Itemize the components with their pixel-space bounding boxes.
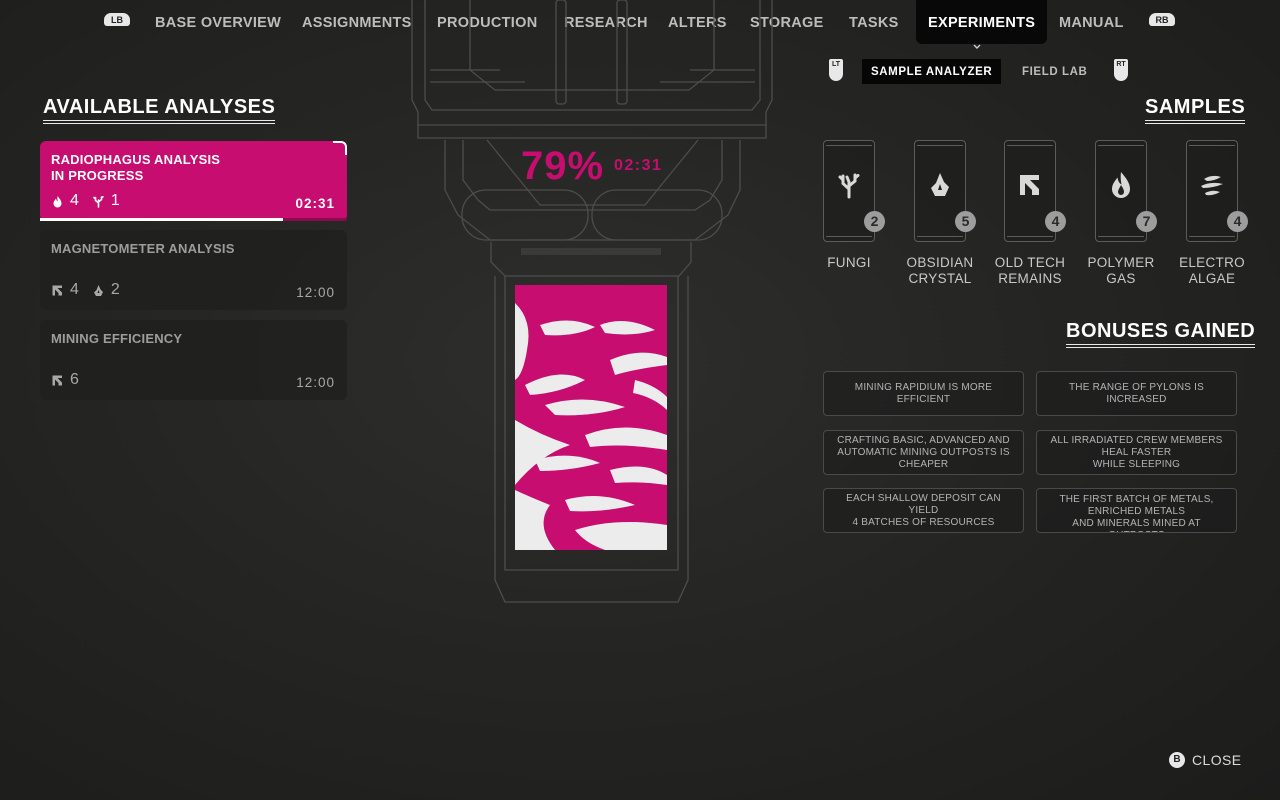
samples-heading: SAMPLES [1145,96,1246,124]
tab-assignments[interactable]: ASSIGNMENTS [302,0,412,44]
sample-obsidian-crystal[interactable]: 5 OBSIDIAN CRYSTAL [895,140,985,287]
tab-base-overview[interactable]: BASE OVERVIEW [155,0,281,44]
sample-count-badge: 4 [1045,211,1066,232]
analysis-title: RADIOPHAGUS ANALYSIS IN PROGRESS [51,152,221,183]
analysis-card-radiophagus[interactable]: RADIOPHAGUS ANALYSIS IN PROGRESS 4 1 02:… [40,141,347,221]
analyzer-sample-screen [515,285,667,550]
left-trigger-icon[interactable]: LT [829,59,843,81]
bonus-card: THE FIRST BATCH OF METALS, ENRICHED META… [1036,488,1237,533]
bonus-text: ALL IRRADIATED CREW MEMBERS HEAL FASTER … [1050,434,1223,470]
bonus-text: MINING RAPIDIUM IS MORE EFFICIENT [854,381,993,405]
selection-corner-icon [333,141,347,155]
bonus-card: CRAFTING BASIC, ADVANCED AND AUTOMATIC M… [823,430,1024,475]
available-analyses-heading: AVAILABLE ANALYSES [43,96,276,124]
analysis-title: MAGNETOMETER ANALYSIS [51,241,235,256]
old-tech-icon [52,285,62,295]
sample-count-badge: 5 [955,211,976,232]
sample-name: FUNGI [827,255,871,270]
left-bumper-icon[interactable]: LB [104,13,130,26]
analysis-time: 02:31 [295,196,335,211]
sample-old-tech-remains[interactable]: 4 OLD TECH REMAINS [985,140,1075,287]
bonus-text: CRAFTING BASIC, ADVANCED AND AUTOMATIC M… [837,434,1010,470]
analysis-card-mining-efficiency[interactable]: MINING EFFICIENCY 6 12:00 [40,320,347,400]
sample-name: OLD TECH REMAINS [994,255,1066,286]
tab-tasks[interactable]: TASKS [849,0,899,44]
analysis-progress-percent: 79% [521,144,605,188]
sample-count-badge: 7 [1136,211,1157,232]
old-tech-icon [52,375,62,385]
analysis-time-remaining: 02:31 [614,157,663,174]
swirl-pattern-icon [515,285,667,550]
bonus-text: EACH SHALLOW DEPOSIT CAN YIELD 4 BATCHES… [846,492,1001,528]
sample-count-badge: 2 [864,211,885,232]
sample-vial: 7 [1095,140,1157,242]
tab-experiments[interactable]: EXPERIMENTS [916,0,1048,44]
sample-name: POLYMER GAS [1087,255,1155,286]
old-tech-icon [1020,175,1039,195]
sample-vial: 5 [914,140,976,242]
sample-fungi[interactable]: 2 FUNGI [804,140,894,271]
bonus-card: ALL IRRADIATED CREW MEMBERS HEAL FASTER … [1036,430,1237,475]
sample-vial: 4 [1004,140,1066,242]
sample-electro-algae[interactable]: 4 ELECTRO ALGAE [1167,140,1257,287]
bonus-card: THE RANGE OF PYLONS IS INCREASED [1036,371,1237,416]
sample-vial: 2 [823,140,885,242]
tab-manual[interactable]: MANUAL [1059,0,1124,44]
sample-name: OBSIDIAN CRYSTAL [906,255,974,286]
sample-count-badge: 4 [1227,211,1248,232]
close-button[interactable]: B CLOSE [1169,752,1241,768]
analysis-progress-track [40,218,347,221]
analysis-requirements: 4 2 [51,281,133,299]
obsidian-icon [93,284,103,296]
requirement-count: 6 [70,371,79,388]
analysis-title: MINING EFFICIENCY [51,331,183,346]
analysis-card-magnetometer[interactable]: MAGNETOMETER ANALYSIS 4 2 12:00 [40,230,347,310]
analysis-progress-fill [40,218,283,221]
requirement-count: 4 [70,192,79,209]
right-bumper-icon[interactable]: RB [1149,13,1175,26]
sample-polymer-gas[interactable]: 7 POLYMER GAS [1076,140,1166,287]
polymer-gas-icon [53,195,62,207]
analysis-time: 12:00 [296,375,335,390]
fungi-icon [838,173,860,199]
bonus-card: EACH SHALLOW DEPOSIT CAN YIELD 4 BATCHES… [823,488,1024,533]
sample-name: ELECTRO ALGAE [1179,255,1245,286]
analysis-time: 12:00 [296,285,335,300]
bonuses-gained-heading: BONUSES GAINED [1066,320,1256,348]
obsidian-icon [931,173,949,196]
requirement-count: 1 [110,192,120,209]
bonus-text: THE FIRST BATCH OF METALS, ENRICHED META… [1059,494,1214,532]
bonus-text: THE RANGE OF PYLONS IS INCREASED [1069,381,1204,405]
right-trigger-icon[interactable]: RT [1114,59,1128,81]
tab-sample-analyzer[interactable]: SAMPLE ANALYZER [862,59,1002,84]
analysis-requirements: 6 [51,371,92,389]
electro-algae-icon [1201,175,1223,196]
requirement-count: 2 [110,281,120,298]
sample-vial: 4 [1186,140,1248,242]
active-tab-caret-icon [973,44,981,49]
fungi-icon [93,195,104,208]
requirement-count: 4 [70,281,79,298]
close-label: CLOSE [1192,752,1242,768]
tab-field-lab[interactable]: FIELD LAB [1013,59,1096,84]
bonus-card: MINING RAPIDIUM IS MORE EFFICIENT [823,371,1024,416]
b-button-icon: B [1169,752,1185,768]
analysis-requirements: 4 1 [51,192,133,210]
polymer-gas-icon [1112,172,1130,198]
